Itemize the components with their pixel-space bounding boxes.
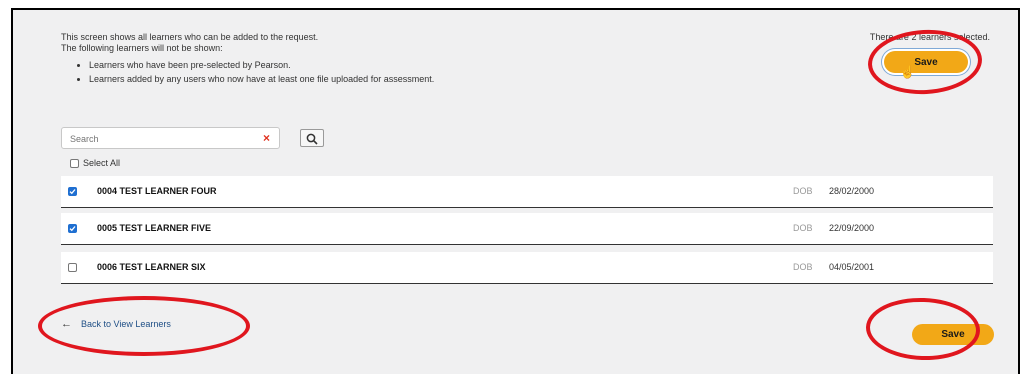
arrow-left-icon: ← <box>61 318 72 330</box>
learner-row: 0004 TEST LEARNER FOUR DOB 28/02/2000 <box>61 176 993 208</box>
exclusion-list: Learners who have been pre-selected by P… <box>61 60 434 85</box>
learner-checkbox[interactable] <box>68 187 77 196</box>
search-icon <box>306 133 318 145</box>
learner-name: 0004 TEST LEARNER FOUR <box>97 186 217 196</box>
search-input[interactable] <box>68 131 252 147</box>
dob-label: DOB <box>793 186 813 196</box>
hand-pointer-icon: ☝ <box>900 65 915 79</box>
exclusion-item: Learners who have been pre-selected by P… <box>89 60 434 71</box>
learner-name: 0006 TEST LEARNER SIX <box>97 262 206 272</box>
learner-name: 0005 TEST LEARNER FIVE <box>97 223 212 233</box>
checkbox[interactable] <box>70 158 79 168</box>
exclusion-item: Learners added by any users who now have… <box>89 74 434 85</box>
selection-status: There are 2 learners selected. <box>869 32 990 42</box>
select-all-checkbox[interactable]: Select All <box>70 158 120 168</box>
learner-row: 0005 TEST LEARNER FIVE DOB 22/09/2000 <box>61 213 993 245</box>
save-button-bottom[interactable]: Save <box>912 324 994 345</box>
learner-row: 0006 TEST LEARNER SIX DOB 04/05/2001 <box>61 252 993 284</box>
intro-line-2: The following learners will not be shown… <box>61 43 223 53</box>
dob-value: 22/09/2000 <box>829 223 875 233</box>
back-link-label: Back to View Learners <box>81 319 171 329</box>
search-button[interactable] <box>300 129 324 147</box>
dob-label: DOB <box>793 223 813 233</box>
learner-selection-panel: This screen shows all learners who can b… <box>11 8 1020 374</box>
learner-checkbox[interactable] <box>68 263 77 272</box>
intro-line-1: This screen shows all learners who can b… <box>61 32 319 42</box>
save-button-top[interactable]: Save <box>884 51 968 73</box>
intro-text: This screen shows all learners who can b… <box>61 32 434 88</box>
back-to-view-learners-link[interactable]: ← Back to View Learners <box>61 318 171 330</box>
dob-label: DOB <box>793 262 813 272</box>
dob-value: 28/02/2000 <box>829 186 875 196</box>
learner-checkbox[interactable] <box>68 224 77 233</box>
select-all-label: Select All <box>83 158 121 168</box>
dob-value: 04/05/2001 <box>829 262 875 272</box>
search-field[interactable]: × <box>61 127 280 149</box>
clear-search-icon[interactable]: × <box>263 131 270 145</box>
